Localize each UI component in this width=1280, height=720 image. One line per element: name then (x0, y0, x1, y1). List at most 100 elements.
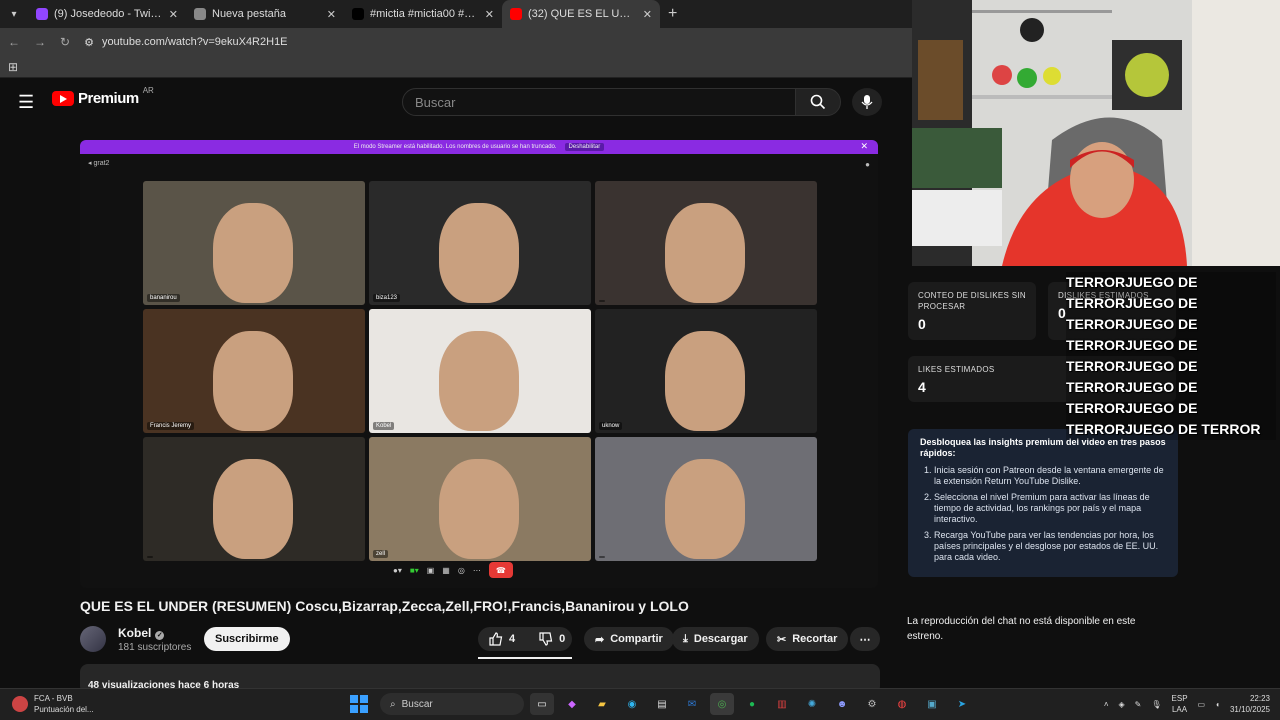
widget-subtitle: Puntuación del... (34, 705, 94, 714)
browser-tab[interactable]: #mictia #mictia00 #parati # ✕ (344, 0, 502, 28)
participant-figure (665, 203, 745, 303)
media-app-icon[interactable]: ◍ (890, 693, 914, 715)
streamer-disable-button[interactable]: Deshabilitar (564, 143, 605, 151)
call-participant-tile (595, 181, 817, 305)
discord-icon[interactable]: ☻ (830, 693, 854, 715)
apps-grid-icon[interactable]: ⊞ (8, 60, 18, 74)
tab-title: (9) Josedeodo - Twitch (54, 8, 163, 20)
streaming-app-icon[interactable]: ▥ (770, 693, 794, 715)
banner-close-icon[interactable]: ✕ (860, 141, 868, 152)
start-button[interactable] (350, 695, 368, 713)
clock[interactable]: 22:23 31/10/2025 (1230, 693, 1270, 715)
overlay-line: TERRORJUEGO DE (1066, 400, 1198, 416)
layout-icon[interactable]: ▦ (442, 566, 450, 575)
tray-app-icon[interactable]: ◈ (1119, 700, 1125, 709)
telegram-icon[interactable]: ➤ (950, 693, 974, 715)
tab-close-icon[interactable]: ✕ (169, 8, 178, 21)
settings-icon[interactable]: ⚙ (860, 693, 884, 715)
search-button[interactable] (795, 88, 841, 116)
call-participant-tile (595, 437, 817, 561)
forward-icon[interactable]: → (34, 35, 46, 49)
url-field[interactable]: ⚙ youtube.com/watch?v=9ekuX4R2H1E (84, 36, 287, 49)
tab-close-icon[interactable]: ✕ (485, 8, 494, 21)
call-name-text: grat2 (93, 160, 110, 167)
overlay-line: TERRORJUEGO DE (1066, 358, 1198, 374)
clip-button[interactable]: ✂ Recortar (766, 627, 849, 651)
new-tab-button[interactable]: + (668, 5, 677, 23)
dislike-button[interactable]: 0 (539, 632, 565, 646)
call-participant-tile: uknow (595, 309, 817, 433)
back-icon[interactable]: ← (8, 35, 20, 49)
browser-tab[interactable]: Nueva pestaña ✕ (186, 0, 344, 28)
raw-dislikes-card: CONTEO DE DISLIKES SIN PROCESAR 0 (908, 282, 1036, 340)
volume-icon[interactable]: ◖ (1215, 700, 1220, 709)
download-icon: ⤓ (683, 632, 688, 645)
tab-search-icon[interactable]: ▾ (0, 0, 28, 28)
browser-tab[interactable]: (32) QUE ES EL UNDER (RE ✕ (502, 0, 660, 28)
mic-control-icon[interactable]: ●▾ (393, 566, 402, 575)
participant-label: uknow (599, 422, 623, 430)
search-input[interactable]: Buscar (402, 88, 796, 116)
voice-search-button[interactable] (852, 88, 882, 116)
streamer-webcam-overlay (912, 0, 1280, 266)
tray-chevron-icon[interactable]: ˄ (1104, 700, 1109, 709)
edge-icon[interactable]: ◉ (620, 693, 644, 715)
channel-avatar[interactable] (80, 626, 106, 652)
tab-title: Nueva pestaña (212, 8, 286, 20)
chrome-icon[interactable]: ◎ (710, 693, 734, 715)
network-icon[interactable]: ▭ (1198, 700, 1206, 709)
channel-name-wrap[interactable]: Kobel ✓ (118, 626, 165, 640)
stream-overlay-text: TERRORJUEGO DE TERRORJUEGO DE TERRORJUEGO … (1066, 272, 1276, 440)
subscribe-button[interactable]: Suscribirme (204, 627, 290, 651)
language-indicator[interactable]: ESP LAA (1172, 693, 1188, 715)
video-player[interactable]: El modo Streamer está habilitado. Los no… (80, 140, 878, 588)
widgets-button[interactable]: FCA - BVB Puntuación del... (12, 693, 94, 715)
effects-icon[interactable]: ◎ (458, 566, 465, 575)
widget-text: FCA - BVB Puntuación del... (34, 693, 94, 715)
reload-icon[interactable]: ↻ (60, 35, 70, 49)
participant-figure (439, 203, 519, 303)
like-button[interactable]: 4 (489, 632, 515, 646)
youtube-logo[interactable]: Premium AR (52, 86, 154, 107)
language-bottom: LAA (1171, 705, 1188, 714)
url-text[interactable]: youtube.com/watch?v=9ekuX4R2H1E (102, 36, 288, 48)
channel-name[interactable]: Kobel (118, 626, 151, 640)
share-button[interactable]: ➦ Compartir (584, 627, 674, 651)
download-button[interactable]: ⤓ Descargar (672, 627, 759, 651)
taskbar-search[interactable]: ⌕ Buscar (380, 693, 524, 715)
chat-bubble-icon[interactable]: ● (865, 160, 870, 169)
search-icon (810, 94, 826, 110)
overlay-line: TERRORJUEGO DE (1066, 295, 1198, 311)
tray-mic-icon[interactable]: 🎙 (1151, 700, 1161, 709)
menu-icon[interactable]: ☰ (18, 92, 34, 113)
file-explorer-icon[interactable]: ▰ (590, 693, 614, 715)
task-view-icon[interactable]: ▭ (530, 693, 554, 715)
outlook-icon[interactable]: ✉ (680, 693, 704, 715)
insights-steps: Inicia sesión con Patreon desde la venta… (920, 465, 1166, 563)
remote-desktop-icon[interactable]: ▣ (920, 693, 944, 715)
participant-figure (439, 459, 519, 559)
chat-unavailable-note: La reproducción del chat no está disponi… (907, 616, 1136, 642)
tab-favicon-icon (510, 8, 522, 20)
tab-close-icon[interactable]: ✕ (643, 8, 652, 21)
network-app-icon[interactable]: ✺ (800, 693, 824, 715)
more-actions-button[interactable]: ⋯ (850, 627, 880, 651)
widget-title: FCA - BVB (34, 694, 73, 703)
tray-pen-icon[interactable]: ✎ (1135, 700, 1142, 709)
copilot-icon[interactable]: ◆ (560, 693, 584, 715)
call-controls: ●▾ ■▾ ▣ ▦ ◎ ⋯ ☎ (393, 562, 513, 578)
participant-label (147, 556, 153, 558)
camera-control-icon[interactable]: ■▾ (410, 566, 419, 575)
browser-tab[interactable]: (9) Josedeodo - Twitch ✕ (28, 0, 186, 28)
youtube-play-icon (52, 91, 74, 106)
overlay-line: TERRORJUEGO DE (1066, 337, 1198, 353)
thumbs-down-icon (539, 632, 553, 646)
tab-close-icon[interactable]: ✕ (327, 8, 336, 21)
more-options-icon[interactable]: ⋯ (473, 566, 481, 575)
clip-label: Recortar (792, 633, 838, 645)
store-icon[interactable]: ▤ (650, 693, 674, 715)
spotify-icon[interactable]: ● (740, 693, 764, 715)
site-info-icon[interactable]: ⚙ (84, 36, 94, 49)
hang-up-icon[interactable]: ☎ (488, 562, 513, 578)
share-screen-icon[interactable]: ▣ (427, 566, 435, 575)
